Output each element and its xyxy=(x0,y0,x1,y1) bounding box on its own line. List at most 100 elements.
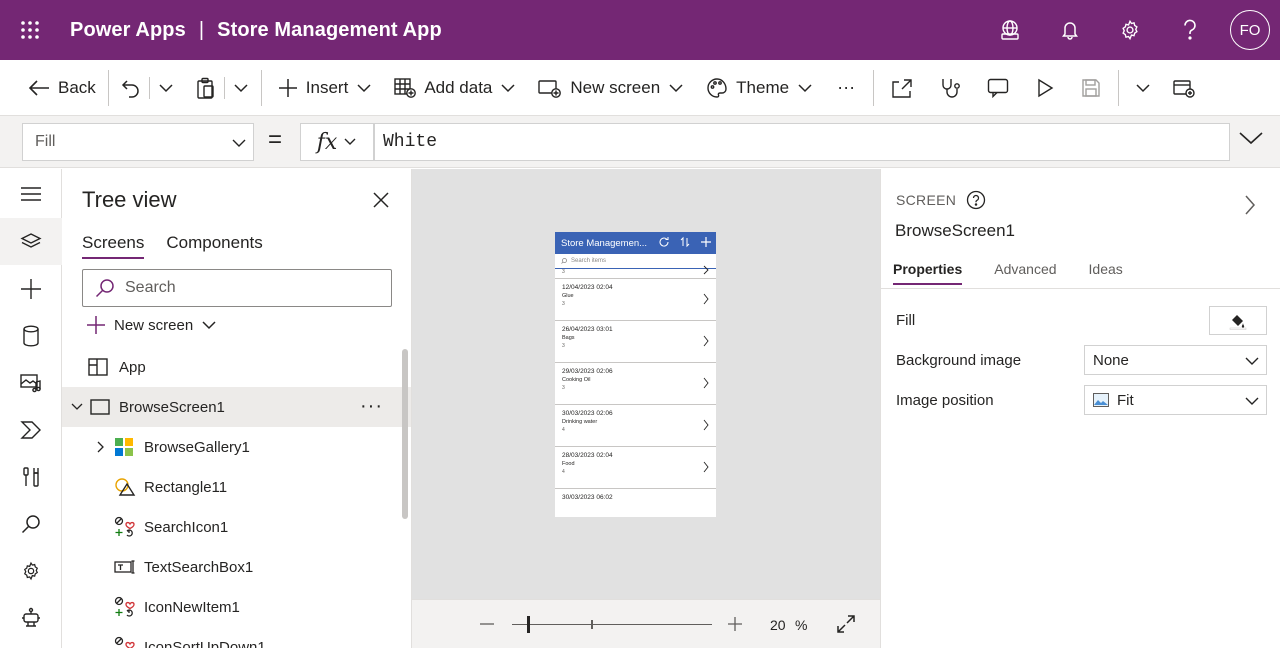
add-data-button[interactable]: Add data xyxy=(380,60,524,116)
app-name[interactable]: Store Management App xyxy=(217,19,442,42)
image-position-dropdown[interactable]: Fit xyxy=(1084,385,1267,415)
tree-scrollbar[interactable] xyxy=(402,349,408,519)
control-name[interactable]: BrowseScreen1 xyxy=(895,221,1015,241)
zoom-slider-thumb[interactable] xyxy=(527,616,530,633)
tree-view-rail-button[interactable] xyxy=(0,218,62,265)
environment-button[interactable] xyxy=(980,0,1040,60)
tab-advanced[interactable]: Advanced xyxy=(994,261,1056,285)
list-item[interactable]: 12/04/2023 02:04 Glue 3 xyxy=(555,279,716,321)
tree-item-rectangle11[interactable]: Rectangle11 xyxy=(62,467,411,507)
plus-icon[interactable] xyxy=(700,236,712,248)
tab-components[interactable]: Components xyxy=(166,233,262,259)
app-checker-button[interactable] xyxy=(926,60,974,116)
share-button[interactable] xyxy=(878,60,926,116)
more-commands-button[interactable]: ··· xyxy=(821,60,869,116)
zoom-out-icon[interactable] xyxy=(478,614,496,634)
chevron-right-icon[interactable] xyxy=(1243,193,1257,217)
data-rail-button[interactable] xyxy=(0,312,62,359)
product-name[interactable]: Power Apps xyxy=(70,19,186,42)
list-item[interactable]: 28/03/2023 02:04 Food 4 xyxy=(555,447,716,489)
item-date: 26/04/2023 03:01 xyxy=(562,326,613,333)
properties-panel: SCREEN BrowseScreen1 Properties Advanced… xyxy=(880,169,1280,648)
notifications-button[interactable] xyxy=(1040,0,1100,60)
tree-item-textsearchbox1[interactable]: TextSearchBox1 xyxy=(62,547,411,587)
list-item[interactable]: 30/03/2023 02:06 Drinking water 4 xyxy=(555,405,716,447)
item-quantity: 4 xyxy=(562,427,565,433)
new-screen-button[interactable]: New screen xyxy=(524,60,692,116)
icon-control-icon xyxy=(114,596,136,618)
hamburger-icon xyxy=(21,186,41,201)
tree-item-browsescreen1[interactable]: BrowseScreen1 ··· xyxy=(62,387,411,427)
play-icon xyxy=(1038,78,1054,97)
chevron-down-icon xyxy=(1245,357,1259,365)
tree-item-browsegallery1[interactable]: BrowseGallery1 xyxy=(62,427,411,467)
more-options-button[interactable]: ··· xyxy=(360,395,383,418)
settings-button[interactable] xyxy=(1100,0,1160,60)
function-button[interactable]: fx xyxy=(300,123,374,161)
divider xyxy=(1118,69,1120,106)
property-dropdown[interactable]: Fill xyxy=(22,123,254,161)
save-dropdown-button[interactable] xyxy=(1123,60,1163,116)
advanced-tools-rail-button[interactable] xyxy=(0,453,62,500)
undo-dropdown-button[interactable] xyxy=(150,60,182,116)
fill-color-picker[interactable] xyxy=(1209,306,1267,335)
settings-rail-button[interactable] xyxy=(0,547,62,594)
power-automate-rail-button[interactable] xyxy=(0,406,62,453)
list-item[interactable]: 29/03/2023 02:06 Cooking Oil 3 xyxy=(555,363,716,405)
paste-dropdown-button[interactable] xyxy=(225,60,257,116)
screen-preview[interactable]: Store Managemen... Search items 3 12/04/… xyxy=(555,232,716,517)
tree-item-searchicon1[interactable]: SearchIcon1 xyxy=(62,507,411,547)
media-rail-button[interactable] xyxy=(0,359,62,406)
list-item[interactable]: 26/04/2023 03:01 Bags 3 xyxy=(555,321,716,363)
tree-item-iconnewitem1[interactable]: IconNewItem1 xyxy=(62,587,411,627)
publish-icon xyxy=(1173,79,1195,98)
refresh-icon[interactable] xyxy=(658,236,670,248)
insert-rail-button[interactable] xyxy=(0,265,62,312)
tree-item-iconsortupdown1[interactable]: IconSortUpDown1 xyxy=(62,627,411,648)
virtual-agent-rail-button[interactable] xyxy=(0,594,62,641)
sort-up-down-icon[interactable] xyxy=(680,236,690,248)
publish-button[interactable] xyxy=(1163,60,1205,116)
chevron-down-icon xyxy=(798,83,812,92)
tree-item-app[interactable]: App xyxy=(62,347,411,387)
app-launcher-button[interactable] xyxy=(0,0,60,60)
app-icon xyxy=(88,358,108,376)
back-button[interactable]: Back xyxy=(0,60,104,116)
chevron-right-icon xyxy=(703,461,709,473)
background-image-dropdown[interactable]: None xyxy=(1084,345,1267,375)
preview-button[interactable] xyxy=(1022,60,1068,116)
tab-properties[interactable]: Properties xyxy=(893,261,963,285)
help-button[interactable] xyxy=(1160,0,1220,60)
chevron-down-icon[interactable] xyxy=(70,402,84,412)
zoom-slider-track[interactable] xyxy=(512,624,712,625)
item-quantity: 3 xyxy=(562,343,565,349)
fit-to-window-icon[interactable] xyxy=(836,614,856,634)
zoom-value[interactable]: 20 xyxy=(770,617,786,633)
paste-button[interactable] xyxy=(182,60,224,116)
hamburger-button[interactable] xyxy=(0,169,62,218)
undo-button[interactable] xyxy=(113,60,149,116)
zoom-bar: 20 % xyxy=(412,599,880,648)
tab-ideas[interactable]: Ideas xyxy=(1089,261,1123,285)
item-date: 12/04/2023 02:04 xyxy=(562,284,613,291)
help-circle-icon[interactable] xyxy=(966,190,986,210)
chevron-down-icon[interactable] xyxy=(1238,128,1264,148)
preview-search-box[interactable]: Search items xyxy=(555,254,716,269)
user-avatar[interactable]: FO xyxy=(1230,10,1270,50)
theme-button[interactable]: Theme xyxy=(692,60,821,116)
tree-search-input[interactable]: Search xyxy=(82,269,392,307)
zoom-in-icon[interactable] xyxy=(726,614,744,634)
formula-input[interactable]: White xyxy=(374,123,1230,161)
chevron-right-icon[interactable] xyxy=(96,440,106,454)
tree-view-panel: Tree view Screens Components Search New … xyxy=(62,169,412,648)
tree-item-label: TextSearchBox1 xyxy=(144,558,254,576)
tab-screens[interactable]: Screens xyxy=(82,233,145,259)
close-icon[interactable] xyxy=(370,189,392,211)
list-item[interactable]: 3 xyxy=(555,265,716,279)
tree-new-screen-button[interactable]: New screen xyxy=(86,315,217,335)
save-button[interactable] xyxy=(1068,60,1114,116)
comments-button[interactable] xyxy=(974,60,1022,116)
insert-button[interactable]: Insert xyxy=(266,60,381,116)
list-item[interactable]: 30/03/2023 06:02 xyxy=(555,489,716,517)
search-rail-button[interactable] xyxy=(0,500,62,547)
